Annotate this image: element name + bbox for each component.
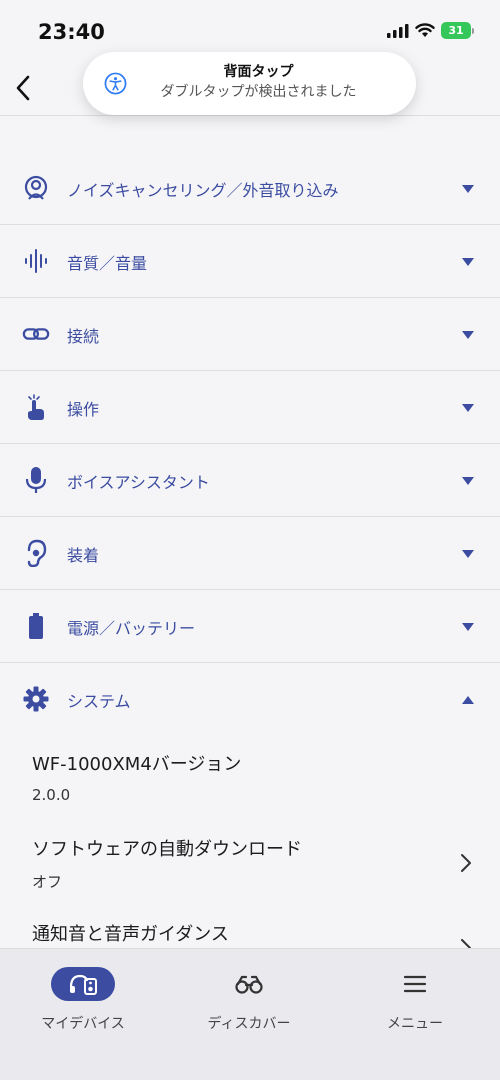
tap-gesture-icon bbox=[22, 393, 50, 421]
status-time: 23:40 bbox=[38, 20, 105, 44]
microphone-icon bbox=[22, 466, 50, 494]
section-noise-canceling[interactable]: ノイズキャンセリング／外音取り込み bbox=[0, 152, 500, 225]
back-tap-toast: 背面タップ ダブルタップが検出されました bbox=[83, 52, 416, 115]
auto-download-title: ソフトウェアの自動ダウンロード bbox=[32, 839, 302, 860]
section-label: 音質／音量 bbox=[67, 254, 148, 273]
bottom-navigation: マイデバイス ディスカバー メニュー bbox=[0, 948, 500, 1080]
section-voice-assistant[interactable]: ボイスアシスタント bbox=[0, 444, 500, 517]
chevron-left-icon bbox=[16, 75, 30, 101]
headphones-device-icon bbox=[69, 974, 97, 995]
version-value: 2.0.0 bbox=[32, 786, 71, 804]
binoculars-icon bbox=[235, 975, 263, 994]
section-label: 操作 bbox=[67, 400, 100, 419]
caret-up-icon bbox=[462, 696, 474, 704]
section-operation[interactable]: 操作 bbox=[0, 371, 500, 444]
section-label: ボイスアシスタント bbox=[67, 473, 210, 492]
toast-subtitle: ダブルタップが検出されました bbox=[160, 84, 357, 100]
system-item-auto-download[interactable]: ソフトウェアの自動ダウンロード オフ bbox=[32, 835, 472, 892]
battery-indicator: 31 bbox=[441, 22, 474, 39]
system-item-notification-sound[interactable]: 通知音と音声ガイダンス bbox=[32, 920, 472, 957]
menu-icon bbox=[403, 975, 427, 993]
section-label: ノイズキャンセリング／外音取り込み bbox=[67, 181, 339, 200]
nav-discover[interactable]: ディスカバー bbox=[166, 967, 332, 1033]
section-label: 電源／バッテリー bbox=[67, 619, 196, 638]
section-system[interactable]: システム bbox=[0, 663, 500, 736]
caret-down-icon bbox=[462, 623, 474, 631]
nav-menu[interactable]: メニュー bbox=[332, 967, 498, 1033]
wifi-icon bbox=[415, 23, 435, 37]
section-sound-quality[interactable]: 音質／音量 bbox=[0, 225, 500, 298]
nav-pill bbox=[217, 967, 281, 1001]
system-item-version: WF-1000XM4バージョン 2.0.0 bbox=[32, 750, 472, 804]
nav-label: メニュー bbox=[387, 1016, 443, 1032]
section-connection[interactable]: 接続 bbox=[0, 298, 500, 371]
waveform-icon bbox=[22, 247, 50, 275]
nav-pill bbox=[383, 967, 447, 1001]
ear-icon bbox=[22, 539, 50, 567]
nav-my-device[interactable]: マイデバイス bbox=[0, 967, 166, 1033]
caret-down-icon bbox=[462, 550, 474, 558]
notification-sound-title: 通知音と音声ガイダンス bbox=[32, 924, 229, 945]
section-label: 接続 bbox=[67, 327, 100, 346]
section-label: 装着 bbox=[67, 546, 100, 565]
caret-down-icon bbox=[462, 258, 474, 266]
version-title: WF-1000XM4バージョン bbox=[32, 754, 242, 775]
link-icon bbox=[22, 320, 50, 348]
back-button[interactable] bbox=[8, 70, 38, 106]
battery-icon bbox=[22, 612, 50, 640]
section-wearing[interactable]: 装着 bbox=[0, 517, 500, 590]
section-label: システム bbox=[67, 692, 131, 711]
accessibility-icon bbox=[104, 72, 127, 95]
caret-down-icon bbox=[462, 477, 474, 485]
status-icons: 31 bbox=[387, 22, 474, 39]
caret-down-icon bbox=[462, 185, 474, 193]
headset-person-icon bbox=[22, 174, 50, 202]
toast-title: 背面タップ bbox=[223, 64, 294, 80]
cellular-signal-icon bbox=[387, 23, 409, 38]
caret-down-icon bbox=[462, 404, 474, 412]
nav-pill-active bbox=[51, 967, 115, 1001]
chevron-right-icon bbox=[461, 854, 471, 872]
nav-label: マイデバイス bbox=[41, 1016, 125, 1032]
battery-level: 31 bbox=[441, 22, 471, 39]
caret-down-icon bbox=[462, 331, 474, 339]
settings-section-list: ノイズキャンセリング／外音取り込み 音質／音量 接続 操作 ボイスアシスタント … bbox=[0, 152, 500, 736]
gear-icon bbox=[22, 685, 50, 713]
section-power-battery[interactable]: 電源／バッテリー bbox=[0, 590, 500, 663]
auto-download-value: オフ bbox=[32, 873, 63, 891]
nav-label: ディスカバー bbox=[207, 1016, 291, 1032]
